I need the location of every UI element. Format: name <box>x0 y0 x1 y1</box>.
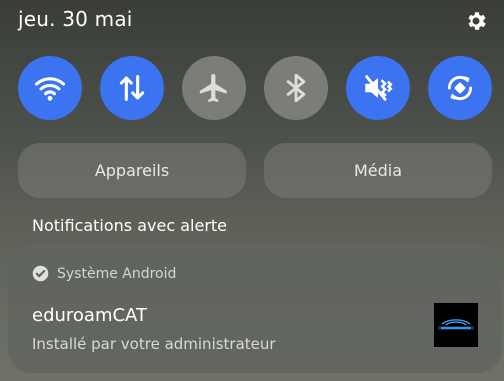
notification-app-header: Système Android <box>32 265 176 282</box>
sound-vibrate-icon <box>365 75 393 101</box>
devices-button-label: Appareils <box>94 161 170 180</box>
alert-notifications-heading: Notifications avec alerte <box>32 216 228 235</box>
media-button[interactable]: Média <box>264 143 492 198</box>
shade-header: jeu. 30 mai <box>18 7 488 37</box>
check-circle-icon <box>32 265 49 282</box>
bluetooth-icon <box>286 73 306 103</box>
media-device-row: Appareils Média <box>18 143 494 198</box>
mobile-data-icon <box>119 75 145 101</box>
airplane-icon <box>199 73 227 103</box>
notification-title: eduroamCAT <box>32 305 147 326</box>
toggle-wifi[interactable] <box>18 56 82 120</box>
toggle-sound-vibrate[interactable] <box>346 56 410 120</box>
quick-settings-toggles <box>18 56 492 120</box>
notification-body: Installé par votre administrateur <box>32 335 276 353</box>
toggle-airplane-mode[interactable] <box>182 56 246 120</box>
auto-rotate-icon <box>447 75 473 101</box>
toggle-mobile-data[interactable] <box>100 56 164 120</box>
notification-card[interactable]: Système Android eduroamCAT Installé par … <box>8 245 502 373</box>
toggle-bluetooth[interactable] <box>264 56 328 120</box>
media-button-label: Média <box>353 161 403 180</box>
eduroam-logo-icon <box>434 303 478 347</box>
settings-gear-icon[interactable] <box>464 9 488 33</box>
date-label: jeu. 30 mai <box>18 7 133 31</box>
wifi-icon <box>34 77 66 101</box>
devices-button[interactable]: Appareils <box>18 143 246 198</box>
notification-app-name: Système Android <box>57 265 177 282</box>
toggle-auto-rotate[interactable] <box>428 56 492 120</box>
